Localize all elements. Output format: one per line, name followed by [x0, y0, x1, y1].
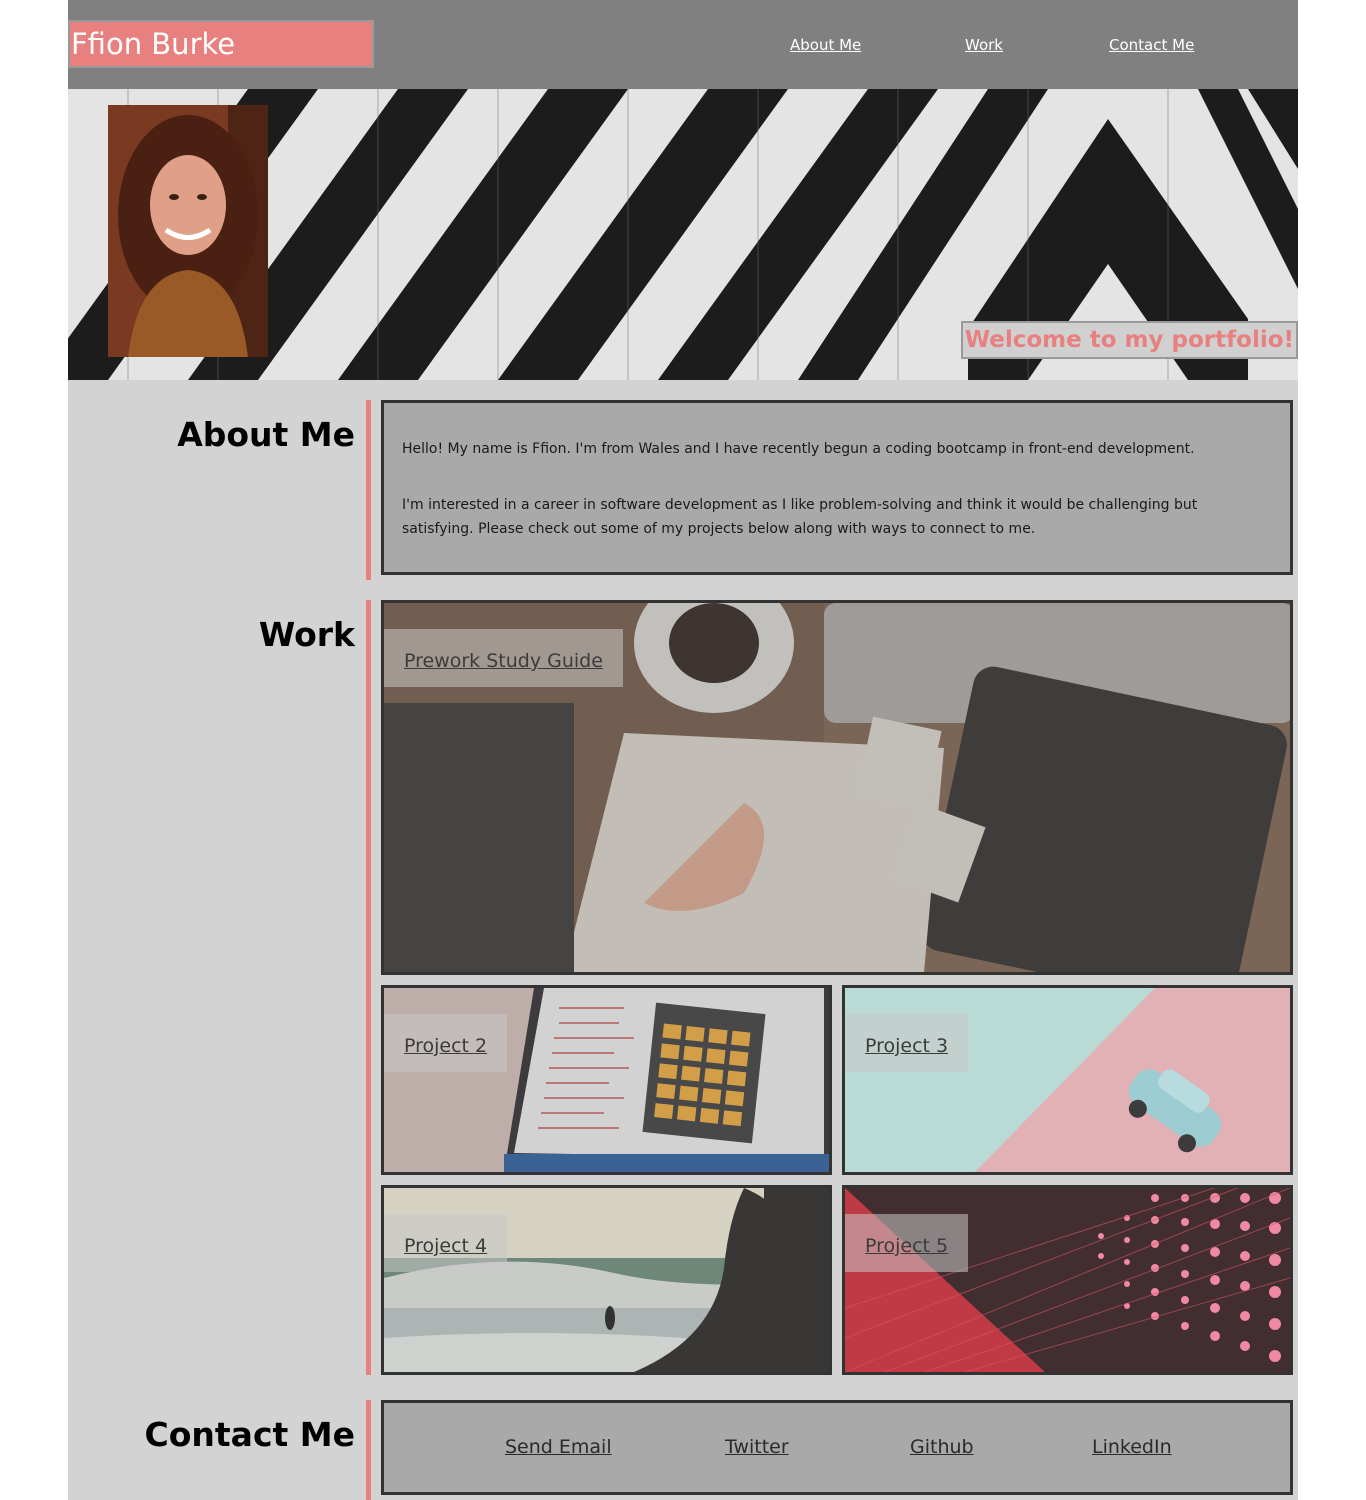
project-card-project-2[interactable]: Project 2	[381, 985, 832, 1175]
project-card-project-5[interactable]: Project 5	[842, 1185, 1293, 1375]
about-paragraph: I'm interested in a career in software d…	[402, 497, 1198, 537]
project-link-project-3[interactable]: Project 3	[845, 1014, 969, 1072]
hero-banner: Welcome to my portfolio!	[68, 89, 1298, 380]
contact-accent-bar	[366, 1400, 371, 1500]
nav-link-contact-me[interactable]: Contact Me	[1109, 36, 1194, 54]
work-accent-bar	[366, 600, 371, 1375]
contact-box: Send Email Twitter Github LinkedIn	[381, 1400, 1293, 1495]
contact-me-heading: Contact Me	[144, 1415, 355, 1454]
welcome-banner: Welcome to my portfolio!	[960, 321, 1298, 359]
site-title: Ffion Burke	[68, 20, 374, 68]
site-header: Ffion Burke About Me Work Contact Me	[68, 0, 1298, 89]
nav-link-work[interactable]: Work	[965, 36, 1003, 54]
page: Ffion Burke About Me Work Contact Me Wel…	[68, 0, 1298, 1500]
project-link-project-2[interactable]: Project 2	[384, 1014, 508, 1072]
project-link-project-4[interactable]: Project 4	[384, 1214, 508, 1272]
nav-link-about-me[interactable]: About Me	[790, 36, 861, 54]
about-paragraph: Hello! My name is Ffion. I'm from Wales …	[402, 441, 1195, 457]
work-heading: Work	[258, 615, 355, 654]
project-link-prework-study-guide[interactable]: Prework Study Guide	[384, 629, 623, 687]
send-email-link[interactable]: Send Email	[505, 1436, 612, 1458]
github-link[interactable]: Github	[910, 1436, 974, 1458]
about-me-heading: About Me	[177, 415, 355, 454]
profile-photo	[108, 105, 268, 357]
project-card-prework-study-guide[interactable]: Prework Study Guide	[381, 600, 1293, 975]
about-accent-bar	[366, 400, 371, 580]
project-link-project-5[interactable]: Project 5	[845, 1214, 969, 1272]
project-card-project-3[interactable]: Project 3	[842, 985, 1293, 1175]
about-me-box: Hello! My name is Ffion. I'm from Wales …	[381, 400, 1293, 575]
twitter-link[interactable]: Twitter	[725, 1436, 789, 1458]
linkedin-link[interactable]: LinkedIn	[1092, 1436, 1172, 1458]
project-card-project-4[interactable]: Project 4	[381, 1185, 832, 1375]
